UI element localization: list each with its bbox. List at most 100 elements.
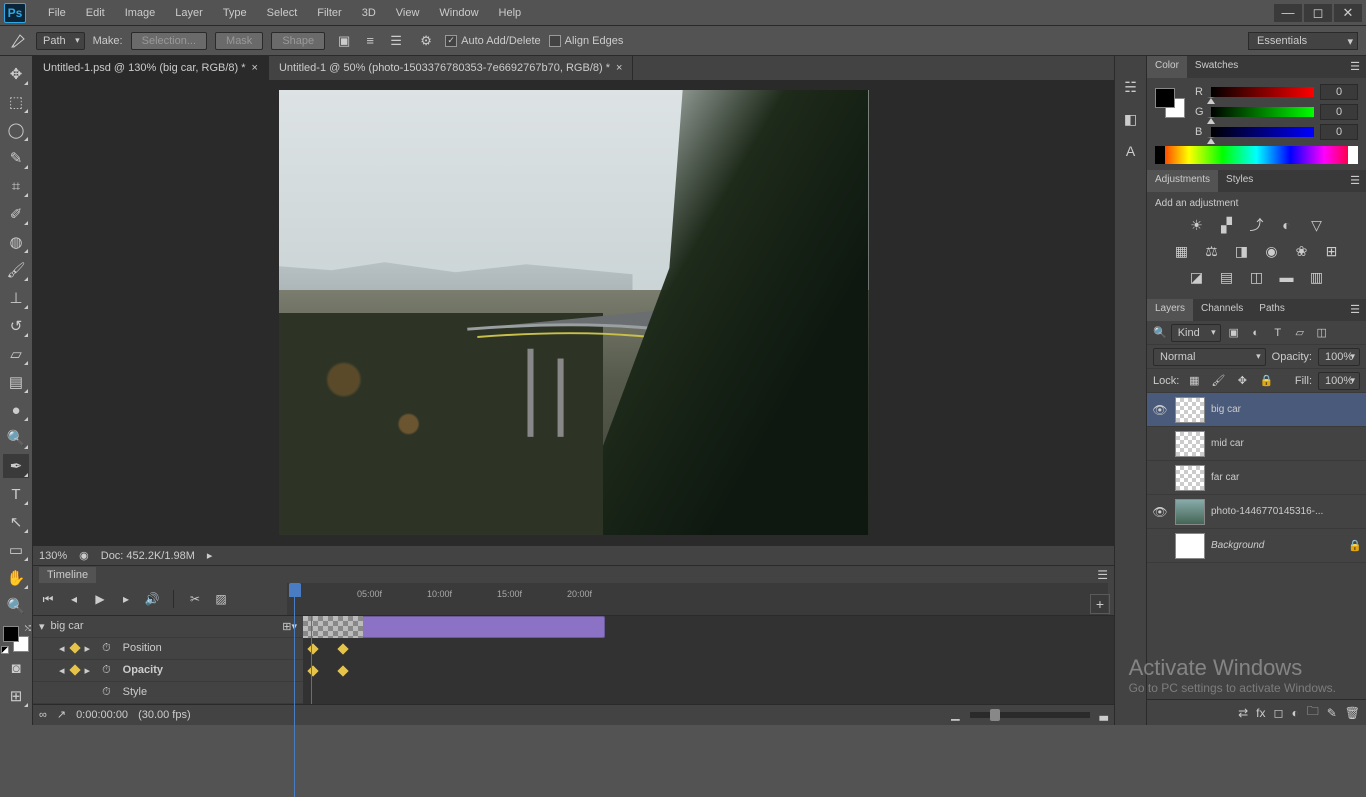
menu-help[interactable]: Help xyxy=(489,3,532,23)
prev-frame-button[interactable]: ◂ xyxy=(65,590,83,608)
zoom-tool[interactable]: 🔍 xyxy=(3,594,29,618)
invert-icon[interactable]: ◪ xyxy=(1187,267,1207,287)
layer-thumbnail[interactable] xyxy=(1175,533,1205,559)
color-balance-icon[interactable]: ⚖ xyxy=(1202,241,1222,261)
workspace-select[interactable]: Essentials xyxy=(1248,32,1358,50)
keyframe[interactable] xyxy=(337,665,348,676)
red-value[interactable]: 0 xyxy=(1320,84,1358,100)
layers-tab[interactable]: Layers xyxy=(1147,299,1193,321)
first-frame-button[interactable]: ⏮ xyxy=(39,590,57,608)
adjustments-tab[interactable]: Adjustments xyxy=(1147,170,1218,192)
zoom-level[interactable]: 130% xyxy=(39,550,67,562)
track-prop-opacity[interactable]: ◂▸⏱Opacity xyxy=(33,660,303,682)
close-button[interactable]: ✕ xyxy=(1334,4,1362,22)
timeline-zoom-slider[interactable] xyxy=(970,712,1090,718)
filter-smart-icon[interactable]: ◫ xyxy=(1313,324,1331,342)
layer-thumbnail[interactable] xyxy=(1175,397,1205,423)
pen-tool-icon[interactable] xyxy=(8,31,28,51)
quick-select-tool[interactable]: ✎ xyxy=(3,146,29,170)
zoom-out-timeline-icon[interactable]: ▁ xyxy=(951,708,959,721)
path-arrange-icon[interactable]: ☰ xyxy=(385,31,407,51)
blur-tool[interactable]: ● xyxy=(3,398,29,422)
layer-style-icon[interactable]: fx xyxy=(1256,706,1265,720)
curves-icon[interactable]: ⤴ xyxy=(1247,215,1267,235)
threshold-icon[interactable]: ◫ xyxy=(1247,267,1267,287)
transition-button[interactable]: ▨ xyxy=(212,590,230,608)
keyframe[interactable] xyxy=(307,643,318,654)
path-op-combine-icon[interactable]: ▣ xyxy=(333,31,355,51)
make-mask-button[interactable]: Mask xyxy=(215,32,263,50)
gradient-map-icon[interactable]: ▬ xyxy=(1277,267,1297,287)
blend-mode-select[interactable]: Normal xyxy=(1153,348,1266,366)
document-info[interactable]: Doc: 452.2K/1.98M xyxy=(101,550,195,562)
track-header[interactable]: ▾big car⊞▾ xyxy=(33,616,303,638)
menu-edit[interactable]: Edit xyxy=(76,3,115,23)
shape-tool[interactable]: ▭ xyxy=(3,538,29,562)
keyframe-icon[interactable] xyxy=(69,643,80,654)
foreground-color-swatch[interactable] xyxy=(3,626,19,642)
healing-tool[interactable]: ◍ xyxy=(3,230,29,254)
filter-shape-icon[interactable]: ▱ xyxy=(1291,324,1309,342)
menu-image[interactable]: Image xyxy=(115,3,166,23)
split-button[interactable]: ✂ xyxy=(186,590,204,608)
marquee-tool[interactable]: ⬚ xyxy=(3,90,29,114)
green-slider[interactable] xyxy=(1211,107,1314,117)
visibility-toggle[interactable]: 👁 xyxy=(1151,403,1169,417)
timeline-tab[interactable]: Timeline xyxy=(39,567,96,583)
maximize-button[interactable]: ◻ xyxy=(1304,4,1332,22)
panel-menu-icon[interactable]: ☰ xyxy=(1097,568,1108,582)
fps-display[interactable]: (30.00 fps) xyxy=(138,709,191,721)
canvas-area[interactable] xyxy=(33,80,1114,545)
filter-adjust-icon[interactable]: ◐ xyxy=(1247,324,1265,342)
make-selection-button[interactable]: Selection... xyxy=(131,32,207,50)
levels-icon[interactable]: ▞ xyxy=(1217,215,1237,235)
crop-tool[interactable]: ⌗ xyxy=(3,174,29,198)
screen-mode-toggle[interactable]: ⊞ xyxy=(3,684,29,708)
styles-tab[interactable]: Styles xyxy=(1218,170,1261,192)
default-colors-icon[interactable] xyxy=(1,646,9,654)
next-frame-button[interactable]: ▸ xyxy=(117,590,135,608)
brightness-icon[interactable]: ☀ xyxy=(1187,215,1207,235)
audio-button[interactable]: 🔊 xyxy=(143,590,161,608)
keyframe[interactable] xyxy=(337,643,348,654)
tool-mode-select[interactable]: Path xyxy=(36,32,85,50)
posterize-icon[interactable]: ▤ xyxy=(1217,267,1237,287)
photo-filter-icon[interactable]: ◉ xyxy=(1262,241,1282,261)
timeline-render-icon[interactable]: ↗ xyxy=(57,708,66,721)
red-slider[interactable] xyxy=(1211,87,1314,97)
menu-3d[interactable]: 3D xyxy=(352,3,386,23)
auto-add-delete-checkbox[interactable]: ✓Auto Add/Delete xyxy=(445,35,541,47)
status-doc-icon[interactable]: ◉ xyxy=(79,549,89,562)
filter-type-icon[interactable]: T xyxy=(1269,324,1287,342)
layer-name[interactable]: far car xyxy=(1211,472,1362,483)
green-value[interactable]: 0 xyxy=(1320,104,1358,120)
keyframe[interactable] xyxy=(307,665,318,676)
history-panel-icon[interactable]: ☵ xyxy=(1120,76,1142,98)
layer-row[interactable]: Background🔒 xyxy=(1147,529,1366,563)
path-align-icon[interactable]: ≡ xyxy=(359,31,381,51)
align-edges-checkbox[interactable]: Align Edges xyxy=(549,35,624,47)
layer-mask-icon[interactable]: ◻ xyxy=(1273,706,1283,720)
eyedropper-tool[interactable]: ✐ xyxy=(3,202,29,226)
blue-value[interactable]: 0 xyxy=(1320,124,1358,140)
app-logo[interactable]: Ps xyxy=(4,3,26,23)
current-time[interactable]: 0:00:00:00 xyxy=(76,709,128,721)
swap-colors-icon[interactable]: ⤭ xyxy=(25,624,31,634)
character-panel-icon[interactable]: A xyxy=(1120,140,1142,162)
panel-menu-icon[interactable]: ☰ xyxy=(1344,56,1366,78)
layer-row[interactable]: mid car xyxy=(1147,427,1366,461)
dodge-tool[interactable]: 🔍 xyxy=(3,426,29,450)
fill-input[interactable]: 100% xyxy=(1318,372,1360,390)
menu-select[interactable]: Select xyxy=(257,3,308,23)
playhead[interactable] xyxy=(289,583,301,597)
layer-name[interactable]: big car xyxy=(1211,404,1362,415)
timeline-loop-icon[interactable]: ∞ xyxy=(39,709,47,721)
lasso-tool[interactable]: ◯ xyxy=(3,118,29,142)
selective-color-icon[interactable]: ▥ xyxy=(1307,267,1327,287)
document-tab-1[interactable]: Untitled-1.psd @ 130% (big car, RGB/8) *… xyxy=(33,56,269,80)
menu-layer[interactable]: Layer xyxy=(165,3,213,23)
menu-type[interactable]: Type xyxy=(213,3,257,23)
panel-menu-icon[interactable]: ☰ xyxy=(1344,170,1366,192)
layer-thumbnail[interactable] xyxy=(1175,499,1205,525)
layer-name[interactable]: mid car xyxy=(1211,438,1362,449)
